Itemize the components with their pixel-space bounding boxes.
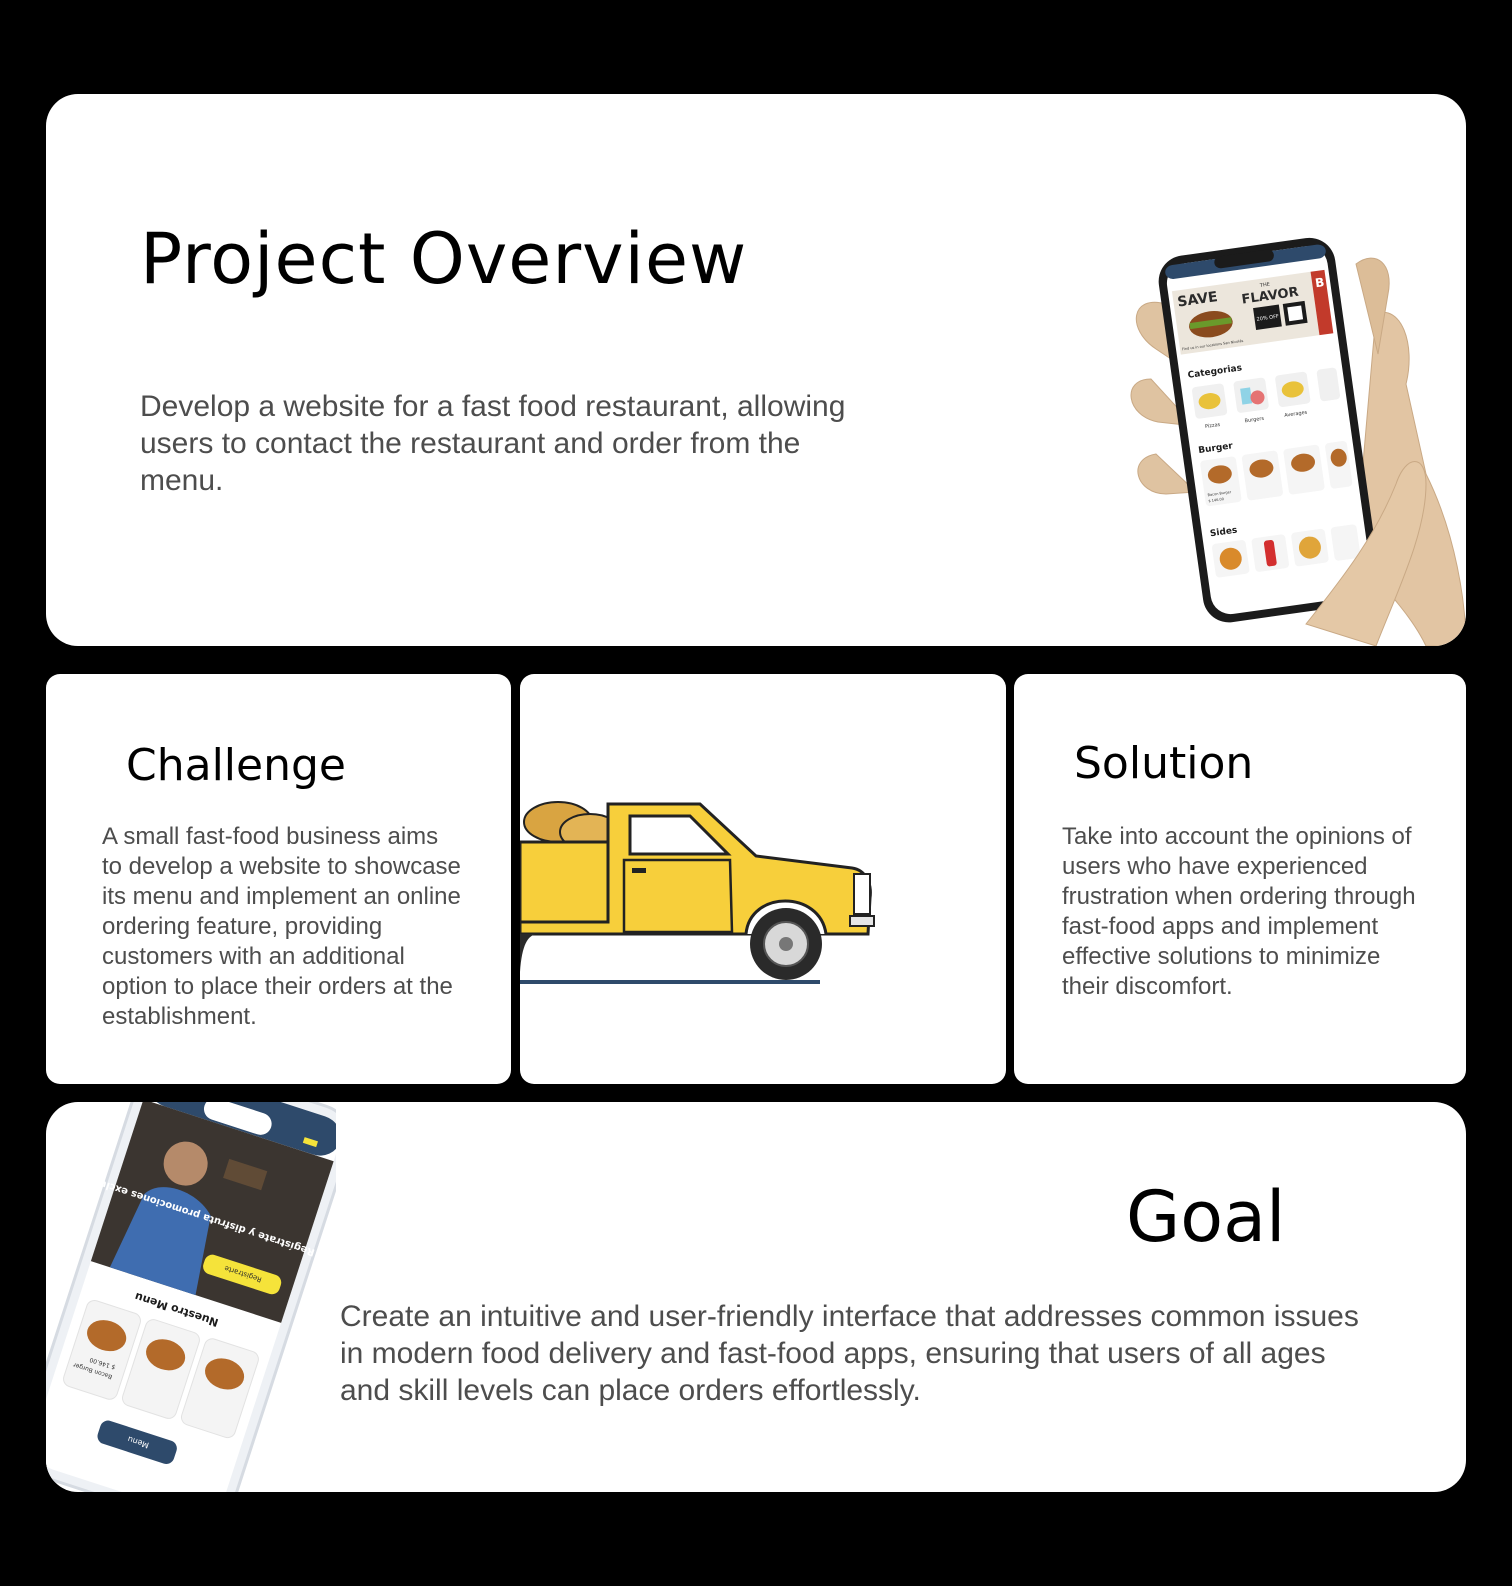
goal-text: Create an intuitive and user-friendly in… xyxy=(340,1300,1359,1407)
solution-title: Solution xyxy=(1074,738,1254,789)
phone-banner-tail: B xyxy=(1314,275,1325,290)
project-overview-text: Develop a website for a fast food restau… xyxy=(140,390,846,497)
challenge-title: Challenge xyxy=(126,740,346,791)
challenge-card: Challenge A small fast-food business aim… xyxy=(46,674,511,1084)
truck-illustration-card xyxy=(520,674,1006,1084)
tilted-phone-illustration: Regístrate y disfruta promociones exclus… xyxy=(46,1102,336,1492)
project-overview-title: Project Overview xyxy=(140,218,748,300)
pickup-truck-illustration xyxy=(520,801,875,984)
solution-card: Solution Take into account the opinions … xyxy=(1014,674,1466,1084)
phone-in-hand-illustration: SAVE THE FLAVOR B 20% OFF Find us in our… xyxy=(1130,237,1466,646)
goal-card: Regístrate y disfruta promociones exclus… xyxy=(46,1102,1466,1492)
goal-title: Goal xyxy=(1126,1176,1286,1258)
solution-text: Take into account the opinions of users … xyxy=(1062,823,1416,1000)
challenge-text: A small fast-food business aims to devel… xyxy=(102,823,461,1030)
project-overview-card: Project Overview Develop a website for a… xyxy=(46,94,1466,646)
